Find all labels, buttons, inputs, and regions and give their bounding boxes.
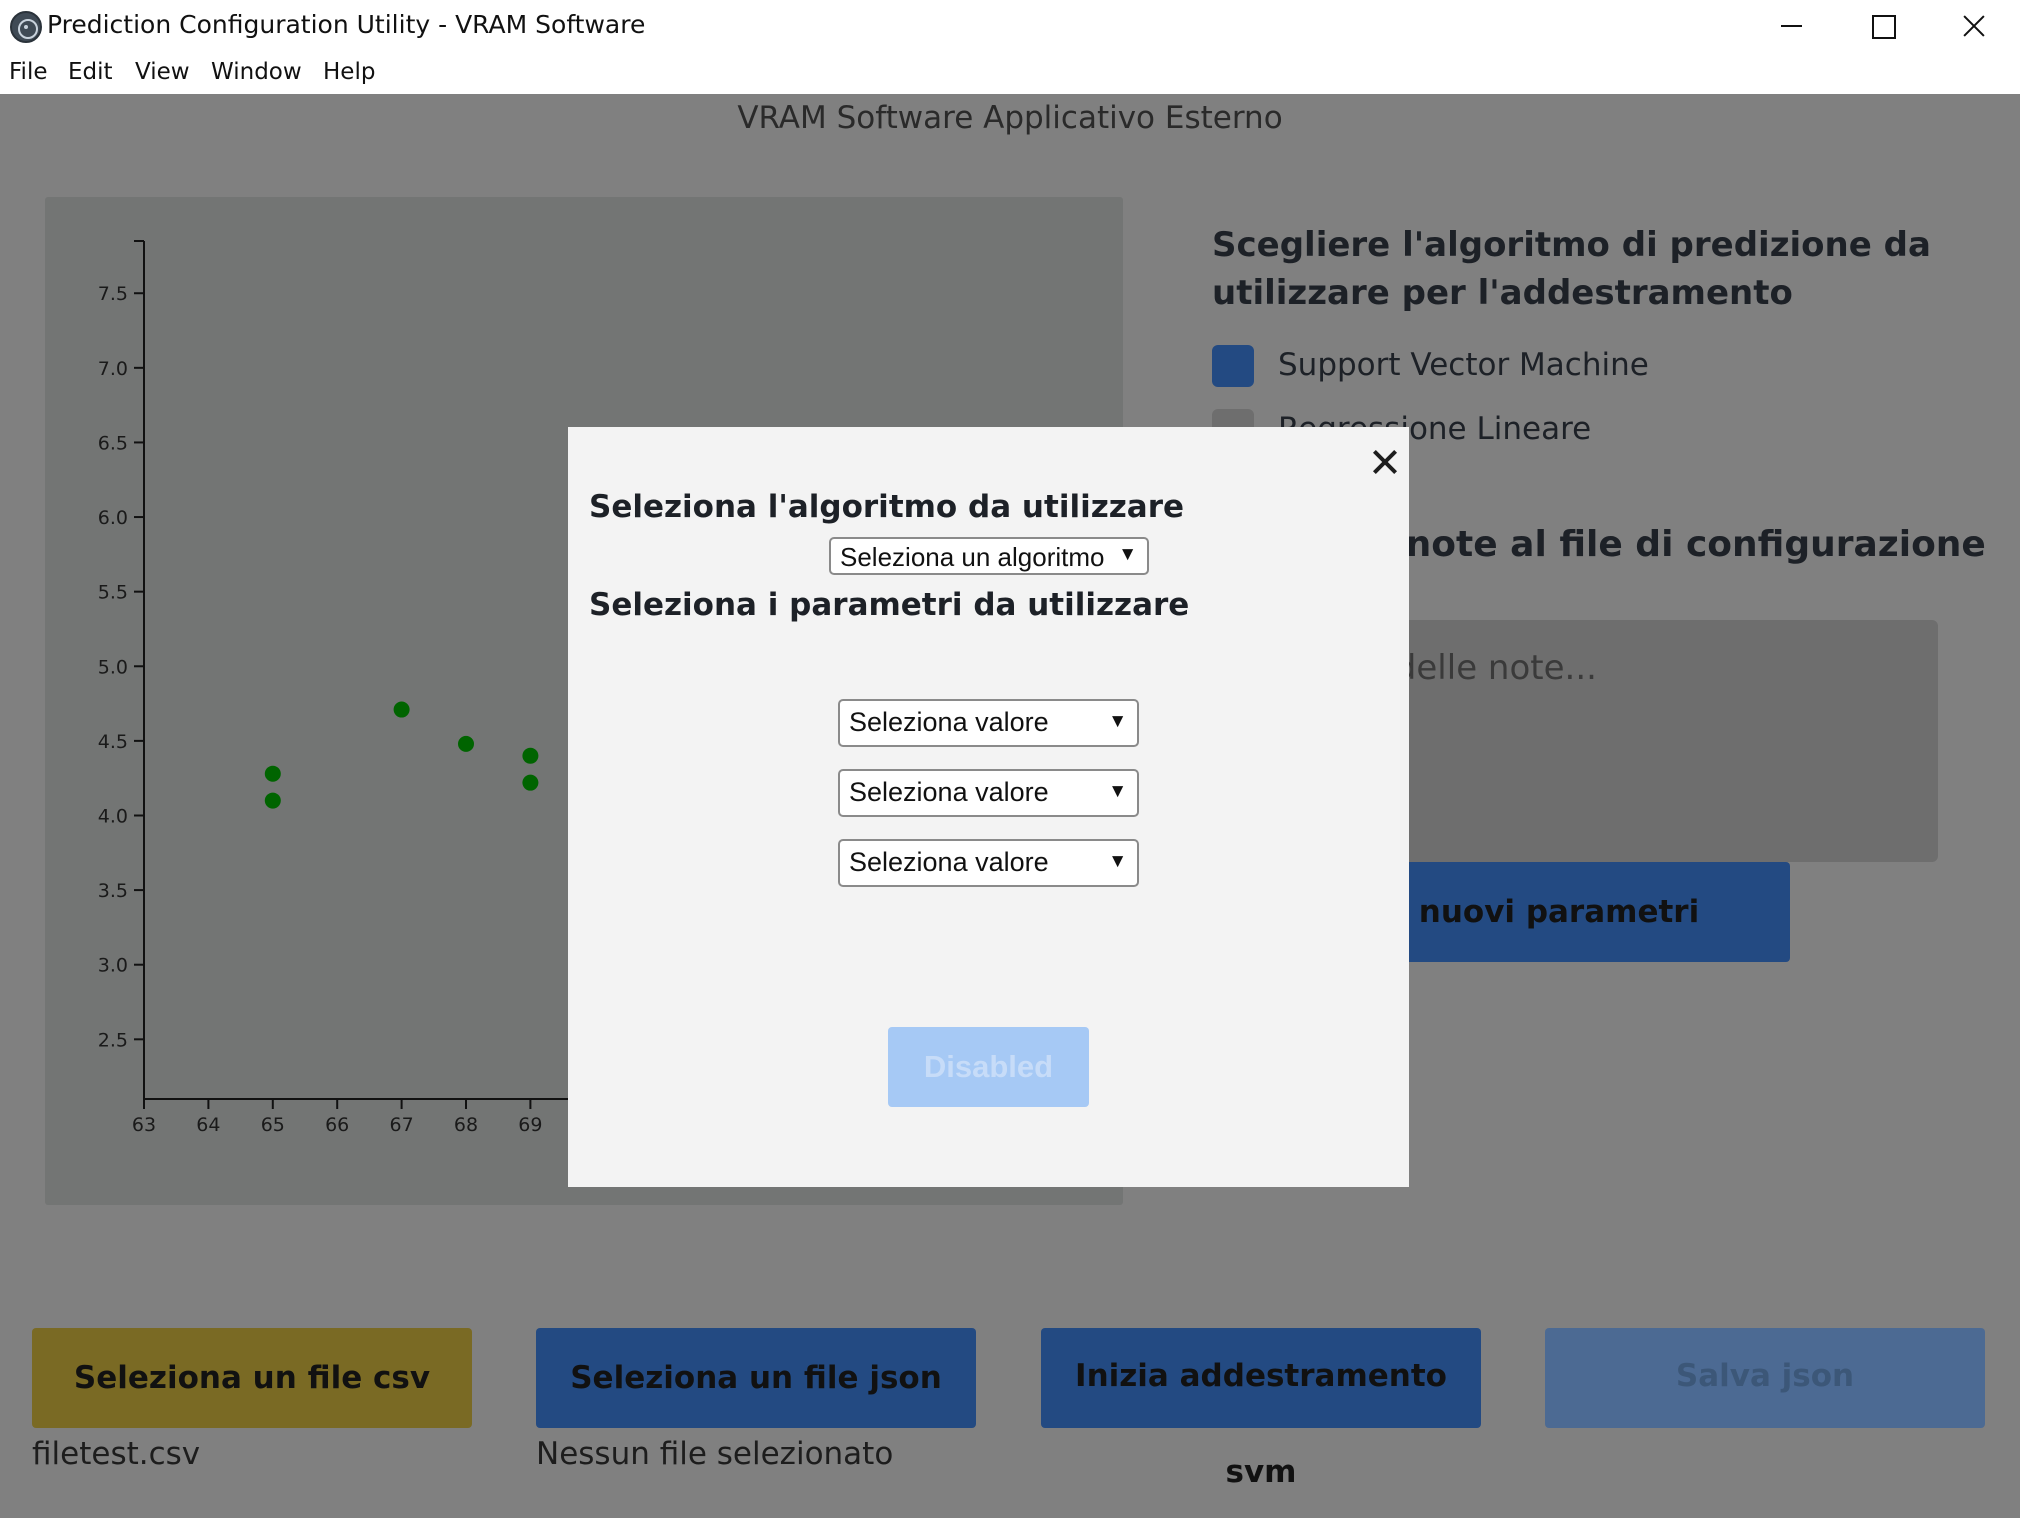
chevron-down-icon: ▼ — [1108, 711, 1127, 732]
close-icon[interactable] — [1366, 443, 1406, 483]
maximize-icon[interactable] — [1835, 0, 1927, 52]
menu-window[interactable]: Window — [211, 59, 302, 85]
close-window-icon[interactable] — [1927, 0, 2019, 52]
param-select-2[interactable]: Seleziona valore ▼ — [838, 769, 1139, 817]
param-select-3-value: Seleziona valore — [849, 847, 1049, 877]
param-select-1-value: Seleziona valore — [849, 707, 1049, 737]
menu-view[interactable]: View — [135, 59, 190, 85]
chevron-down-icon: ▼ — [1108, 851, 1127, 872]
param-select-1[interactable]: Seleziona valore ▼ — [838, 699, 1139, 747]
parameters-modal: Seleziona l'algoritmo da utilizzare Sele… — [568, 427, 1409, 1187]
algorithm-select[interactable]: Seleziona un algoritmo ▼ — [829, 537, 1149, 575]
chevron-down-icon: ▼ — [1118, 544, 1137, 565]
algorithm-select-value: Seleziona un algoritmo — [840, 542, 1105, 572]
params-heading: Seleziona i parametri da utilizzare — [589, 587, 1190, 623]
menu-bar: File Edit View Window Help — [0, 52, 2020, 94]
chevron-down-icon: ▼ — [1108, 781, 1127, 802]
param-select-2-value: Seleziona valore — [849, 777, 1049, 807]
minimize-icon[interactable] — [1743, 0, 1835, 52]
menu-help[interactable]: Help — [323, 59, 375, 85]
window-title: Prediction Configuration Utility - VRAM … — [47, 10, 646, 39]
app-logo-icon — [10, 11, 42, 43]
menu-file[interactable]: File — [9, 59, 48, 85]
submit-button-disabled: Disabled — [888, 1027, 1089, 1107]
param-select-3[interactable]: Seleziona valore ▼ — [838, 839, 1139, 887]
algorithm-heading: Seleziona l'algoritmo da utilizzare — [589, 489, 1185, 525]
title-bar: Prediction Configuration Utility - VRAM … — [0, 0, 2020, 52]
menu-edit[interactable]: Edit — [68, 59, 113, 85]
